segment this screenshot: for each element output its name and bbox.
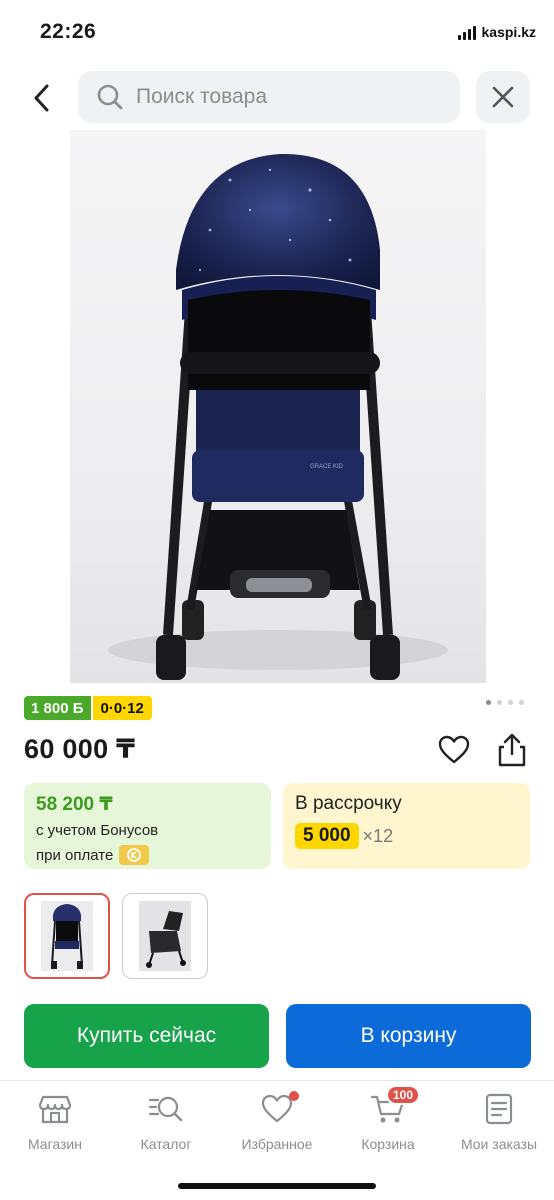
nav-label: Корзина (361, 1136, 415, 1152)
installment-title: В рассрочку (295, 793, 402, 814)
bonus-price-card[interactable]: 58 200 ₸ с учетом Бонусов при оплате (24, 783, 271, 869)
bonus-price-amount: 58 200 ₸ (36, 794, 113, 815)
bonus-badge: 1 800 Б (24, 696, 91, 720)
nav-label: Магазин (27, 1136, 82, 1152)
installment-monthly: 5 000 (295, 823, 359, 849)
bonus-price-payment-label: при оплате (36, 846, 114, 864)
orders-icon (481, 1091, 517, 1127)
top-bar (0, 70, 554, 126)
bonus-price-note: с учетом Бонусов (36, 822, 159, 839)
search-input[interactable] (136, 85, 436, 109)
nav-item-catalog[interactable]: Каталог (111, 1091, 221, 1152)
notification-dot (289, 1091, 299, 1101)
pager-dot (519, 700, 524, 705)
pager-dot (497, 700, 502, 705)
nav-item-favorites[interactable]: Избранное (222, 1091, 332, 1152)
cart-count-badge: 100 (385, 1085, 420, 1105)
nav-label: Мои заказы (460, 1136, 538, 1152)
product-image[interactable]: GRACE KID (70, 130, 486, 683)
close-button[interactable] (476, 71, 530, 123)
bonus-price-payment: при оплате (36, 845, 259, 865)
nav-label: Избранное (241, 1136, 313, 1152)
nav-item-orders[interactable]: Мои заказы (444, 1091, 554, 1152)
chevron-left-icon (34, 84, 49, 112)
status-bar: 22:26 kaspi.kz (0, 0, 554, 62)
nav-label: Каталог (140, 1136, 192, 1152)
favorite-button[interactable] (436, 733, 472, 767)
buy-now-button[interactable]: Купить сейчас (24, 1004, 269, 1068)
search-box[interactable] (78, 71, 460, 123)
gallery-pager (486, 700, 524, 705)
cart-icon: 100 (370, 1085, 420, 1127)
share-icon (498, 733, 526, 767)
search-icon (97, 84, 123, 110)
pager-dot (486, 700, 491, 705)
bottom-nav: Магазин Каталог Избранное 100 Корзина Мо… (0, 1080, 554, 1200)
installment-months: ×12 (362, 825, 394, 846)
thumbnail-2[interactable] (122, 893, 208, 979)
status-site: kaspi.kz (481, 24, 536, 40)
installment-card[interactable]: В рассрочку 5 000 ×12 (283, 783, 530, 869)
status-right: kaspi.kz (457, 24, 536, 40)
installment-row: 5 000 ×12 (295, 823, 518, 849)
heart-icon (438, 735, 470, 764)
thumbnail-image (41, 901, 93, 971)
product-price: 60 000 ₸ (24, 734, 136, 764)
status-time: 22:26 (40, 20, 97, 43)
pager-dot (508, 700, 513, 705)
store-icon (37, 1091, 73, 1127)
heart-icon (259, 1091, 299, 1127)
share-button[interactable] (494, 731, 530, 769)
home-indicator (178, 1183, 376, 1189)
svg-text:GRACE KID: GRACE KID (310, 464, 344, 470)
kaspi-pay-icon (119, 845, 150, 865)
thumbnail-1[interactable] (24, 893, 110, 979)
nav-item-store[interactable]: Магазин (0, 1091, 110, 1152)
stroller-photo: GRACE KID (108, 153, 448, 680)
badges: 1 800 Б 0·0·12 (24, 696, 152, 720)
close-icon (492, 86, 514, 108)
add-to-cart-button[interactable]: В корзину (286, 1004, 531, 1068)
nav-item-cart[interactable]: 100 Корзина (333, 1085, 443, 1152)
signal-icon (457, 24, 476, 40)
installment-badge: 0·0·12 (92, 696, 152, 720)
thumbnail-image (139, 901, 191, 971)
back-button[interactable] (22, 76, 62, 120)
catalog-search-icon (148, 1091, 184, 1127)
